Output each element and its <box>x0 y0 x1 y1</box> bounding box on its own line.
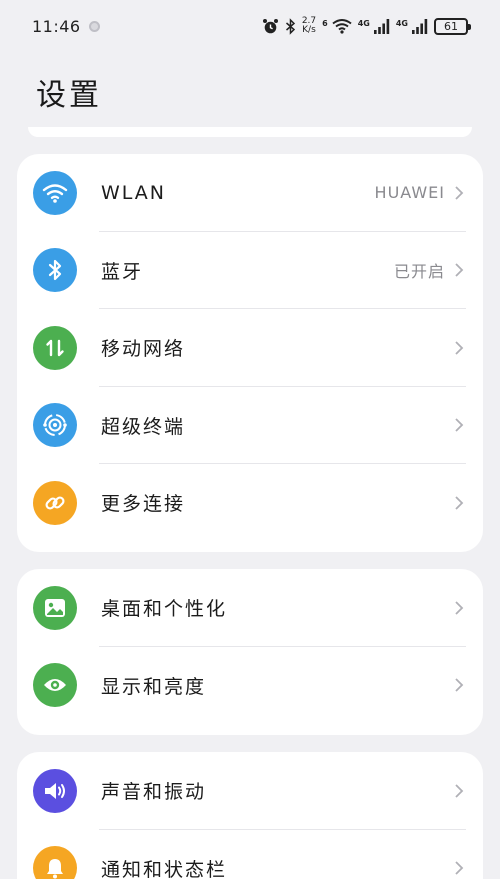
link-icon <box>33 480 77 525</box>
settings-item-value: 已开启 <box>393 262 445 282</box>
speaker-icon <box>33 768 77 813</box>
chevron-right-icon <box>453 261 465 279</box>
status-time: 11:46 <box>32 16 81 36</box>
settings-item-wlan[interactable]: WLAN HUAWEI <box>17 154 483 232</box>
mobile-data-icon <box>33 325 77 370</box>
settings-item-notifications[interactable]: 通知和状态栏 <box>17 830 483 879</box>
bluetooth-icon <box>33 248 77 293</box>
settings-item-label: 桌面和个性化 <box>101 598 228 621</box>
chevron-right-icon <box>453 494 465 512</box>
page-title: 设置 <box>36 78 102 113</box>
settings-item-label: 更多连接 <box>101 493 186 516</box>
settings-group-sound-notifications: 声音和振动 通知和状态栏 <box>17 752 483 879</box>
chevron-right-icon <box>453 184 465 202</box>
status-right: 2.7 K/s 6 4G 4G 61 <box>262 17 471 35</box>
alarm-icon <box>262 18 279 35</box>
bell-icon <box>33 846 77 879</box>
sim2-network-type: 4G <box>395 19 408 28</box>
bluetooth-status-icon <box>285 17 296 35</box>
wallpaper-icon <box>33 585 77 630</box>
settings-item-label: WLAN <box>101 181 167 204</box>
sim2-signal-icon <box>412 18 428 34</box>
settings-item-mobile-network[interactable]: 移动网络 <box>17 309 483 387</box>
wifi-icon <box>33 170 77 215</box>
status-bar: 11:46 2.7 K/s 6 4G 4G 61 <box>0 0 500 52</box>
super-device-icon <box>33 403 77 448</box>
settings-screen: 11:46 2.7 K/s 6 4G 4G 61 设置 WLAN HUAWEI … <box>0 0 500 879</box>
wifi-status-icon <box>332 18 352 34</box>
settings-item-label: 蓝牙 <box>101 260 144 283</box>
settings-item-value: HUAWEI <box>374 183 445 203</box>
settings-item-label: 超级终端 <box>101 415 186 438</box>
wifi-6-badge: 6 <box>322 19 328 28</box>
settings-item-super-device[interactable]: 超级终端 <box>17 387 483 464</box>
settings-group-connectivity: WLAN HUAWEI 蓝牙 已开启 移动网络 超级终端 更多连接 <box>17 154 483 552</box>
settings-item-home-screen[interactable]: 桌面和个性化 <box>17 569 483 647</box>
chevron-right-icon <box>453 339 465 357</box>
chevron-right-icon <box>453 599 465 617</box>
settings-item-label: 显示和亮度 <box>101 675 207 698</box>
chevron-right-icon <box>453 859 465 877</box>
settings-item-display-brightness[interactable]: 显示和亮度 <box>17 647 483 725</box>
status-left: 11:46 <box>32 17 100 36</box>
chevron-right-icon <box>453 416 465 434</box>
search-bar[interactable] <box>28 127 472 137</box>
sim1-signal-icon <box>373 18 390 34</box>
chevron-right-icon <box>453 676 465 694</box>
settings-item-bluetooth[interactable]: 蓝牙 已开启 <box>17 232 483 309</box>
battery-level: 61 <box>444 19 458 33</box>
network-speed: 2.7 K/s <box>302 17 316 35</box>
sim1-network-type: 4G <box>357 19 370 28</box>
settings-item-label: 通知和状态栏 <box>101 858 228 879</box>
settings-item-sound-vibration[interactable]: 声音和振动 <box>17 752 483 830</box>
settings-item-label: 移动网络 <box>101 338 186 361</box>
settings-item-more-connections[interactable]: 更多连接 <box>17 464 483 542</box>
battery-icon: 61 <box>434 17 471 35</box>
settings-group-display: 桌面和个性化 显示和亮度 <box>17 569 483 735</box>
settings-item-label: 声音和振动 <box>101 781 207 804</box>
notification-dot-icon <box>88 20 100 32</box>
network-speed-unit: K/s <box>302 25 316 35</box>
eye-icon <box>33 663 77 708</box>
chevron-right-icon <box>453 782 465 800</box>
